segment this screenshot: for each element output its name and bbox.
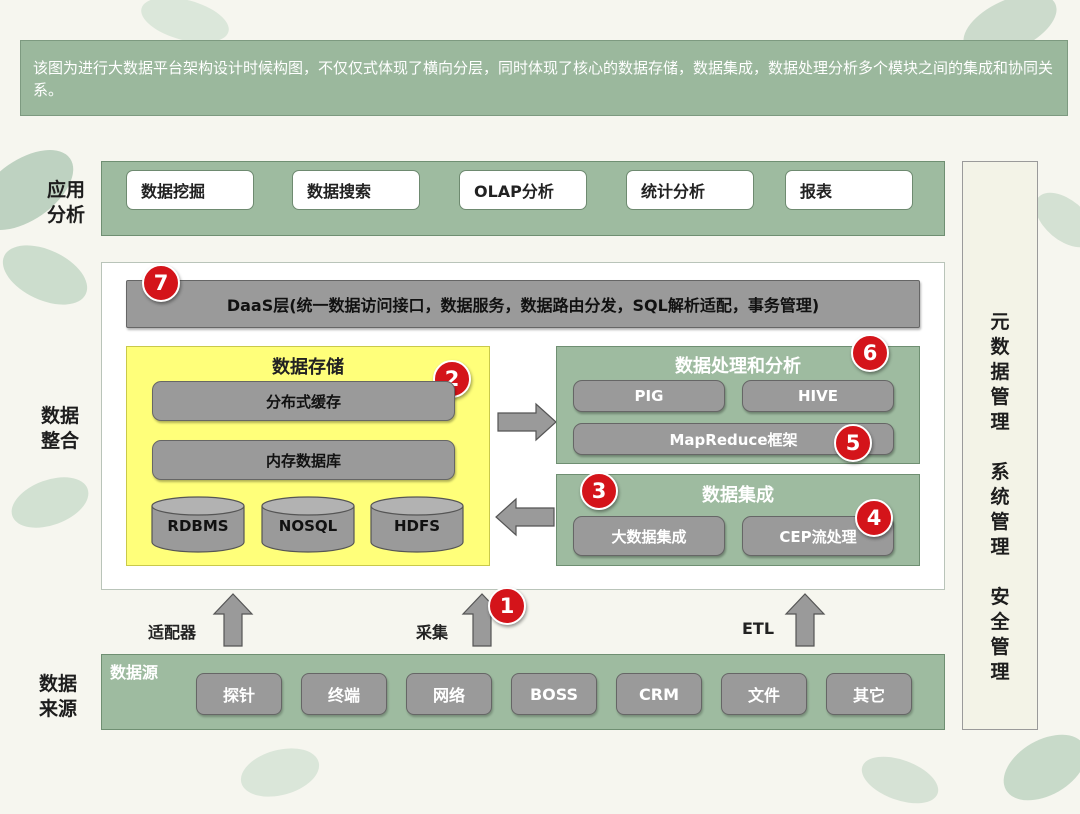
source-label-line2: 来源 <box>38 698 77 720</box>
cylinder-rdbms[interactable]: RDBMS <box>151 496 245 553</box>
decor-leaf <box>0 233 97 317</box>
app-label-line2: 分析 <box>46 204 85 226</box>
pig-bar[interactable]: PIG <box>573 380 725 412</box>
source-item-network[interactable]: 网络 <box>406 673 492 715</box>
daas-layer-bar[interactable]: DaaS层(统一数据访问接口，数据服务，数据路由分发，SQL解析适配，事务管理) <box>126 280 920 328</box>
meta-spacer <box>985 560 1015 585</box>
decor-leaf <box>4 467 96 538</box>
source-item-terminal[interactable]: 终端 <box>301 673 387 715</box>
app-layer-label: 应用 分析 <box>34 178 98 228</box>
big-data-integration-bar[interactable]: 大数据集成 <box>573 516 725 556</box>
app-item-data-search[interactable]: 数据搜索 <box>292 170 420 210</box>
cylinder-label-nosql: NOSQL <box>279 517 338 535</box>
description-banner: 该图为进行大数据平台架构设计时候构图，不仅仅式体现了横向分层，同时体现了核心的数… <box>20 40 1068 116</box>
hive-bar[interactable]: HIVE <box>742 380 894 412</box>
meta-char: 理 <box>990 536 1010 558</box>
meta-char: 管 <box>990 511 1010 533</box>
meta-char: 元 <box>990 311 1010 333</box>
decor-leaf <box>235 740 325 805</box>
badge-1: 1 <box>488 587 526 625</box>
cylinder-nosql[interactable]: NOSQL <box>261 496 355 553</box>
meta-char: 管 <box>990 386 1010 408</box>
meta-char: 全 <box>990 611 1010 633</box>
badge-5: 5 <box>834 424 872 462</box>
collect-label: 采集 <box>416 623 449 642</box>
app-item-reports[interactable]: 报表 <box>785 170 913 210</box>
source-layer-label: 数据 来源 <box>26 672 90 722</box>
source-item-crm[interactable]: CRM <box>616 673 702 715</box>
cylinder-label-rdbms: RDBMS <box>167 517 228 535</box>
meta-char: 理 <box>990 411 1010 433</box>
cylinder-hdfs[interactable]: HDFS <box>370 496 464 553</box>
meta-char: 理 <box>990 661 1010 683</box>
app-item-data-mining[interactable]: 数据挖掘 <box>126 170 254 210</box>
integration-label-line1: 数据 <box>40 405 79 427</box>
app-item-statistics[interactable]: 统计分析 <box>626 170 754 210</box>
integration-layer-label: 数据 整合 <box>28 404 92 454</box>
source-item-file[interactable]: 文件 <box>721 673 807 715</box>
etl-label: ETL <box>742 619 775 638</box>
badge-4: 4 <box>855 499 893 537</box>
adapter-label: 适配器 <box>148 623 197 642</box>
decor-leaf <box>855 747 945 813</box>
description-text: 该图为进行大数据平台架构设计时候构图，不仅仅式体现了横向分层，同时体现了核心的数… <box>33 59 1054 99</box>
badge-3: 3 <box>580 472 618 510</box>
app-label-line1: 应用 <box>46 179 85 201</box>
arrow-up-etl <box>784 593 826 647</box>
meta-char: 数 <box>990 336 1010 358</box>
arrow-integration-to-storage <box>495 497 555 537</box>
source-item-boss[interactable]: BOSS <box>511 673 597 715</box>
meta-spacer <box>985 435 1015 460</box>
memory-db-bar[interactable]: 内存数据库 <box>152 440 455 480</box>
database-cylinders: RDBMS NOSQL HDFS <box>151 496 464 553</box>
meta-char: 据 <box>990 361 1010 383</box>
meta-char: 统 <box>990 486 1010 508</box>
decor-leaf <box>992 721 1080 814</box>
meta-char: 管 <box>990 636 1010 658</box>
distributed-cache-bar[interactable]: 分布式缓存 <box>152 381 455 421</box>
badge-6: 6 <box>851 334 889 372</box>
cylinder-label-hdfs: HDFS <box>394 517 440 535</box>
source-label-line1: 数据 <box>38 673 77 695</box>
meta-char: 安 <box>990 586 1010 608</box>
source-item-probe[interactable]: 探针 <box>196 673 282 715</box>
arrow-storage-to-processing <box>497 402 557 442</box>
management-column-text: 元 数 据 管 理 系 统 管 理 安 全 管 理 <box>985 310 1015 685</box>
meta-char: 系 <box>990 461 1010 483</box>
app-item-olap[interactable]: OLAP分析 <box>459 170 587 210</box>
badge-7: 7 <box>142 264 180 302</box>
arrow-up-adapter <box>212 593 254 647</box>
integration-label-line2: 整合 <box>40 430 79 452</box>
source-title: 数据源 <box>110 663 159 682</box>
source-item-other[interactable]: 其它 <box>826 673 912 715</box>
